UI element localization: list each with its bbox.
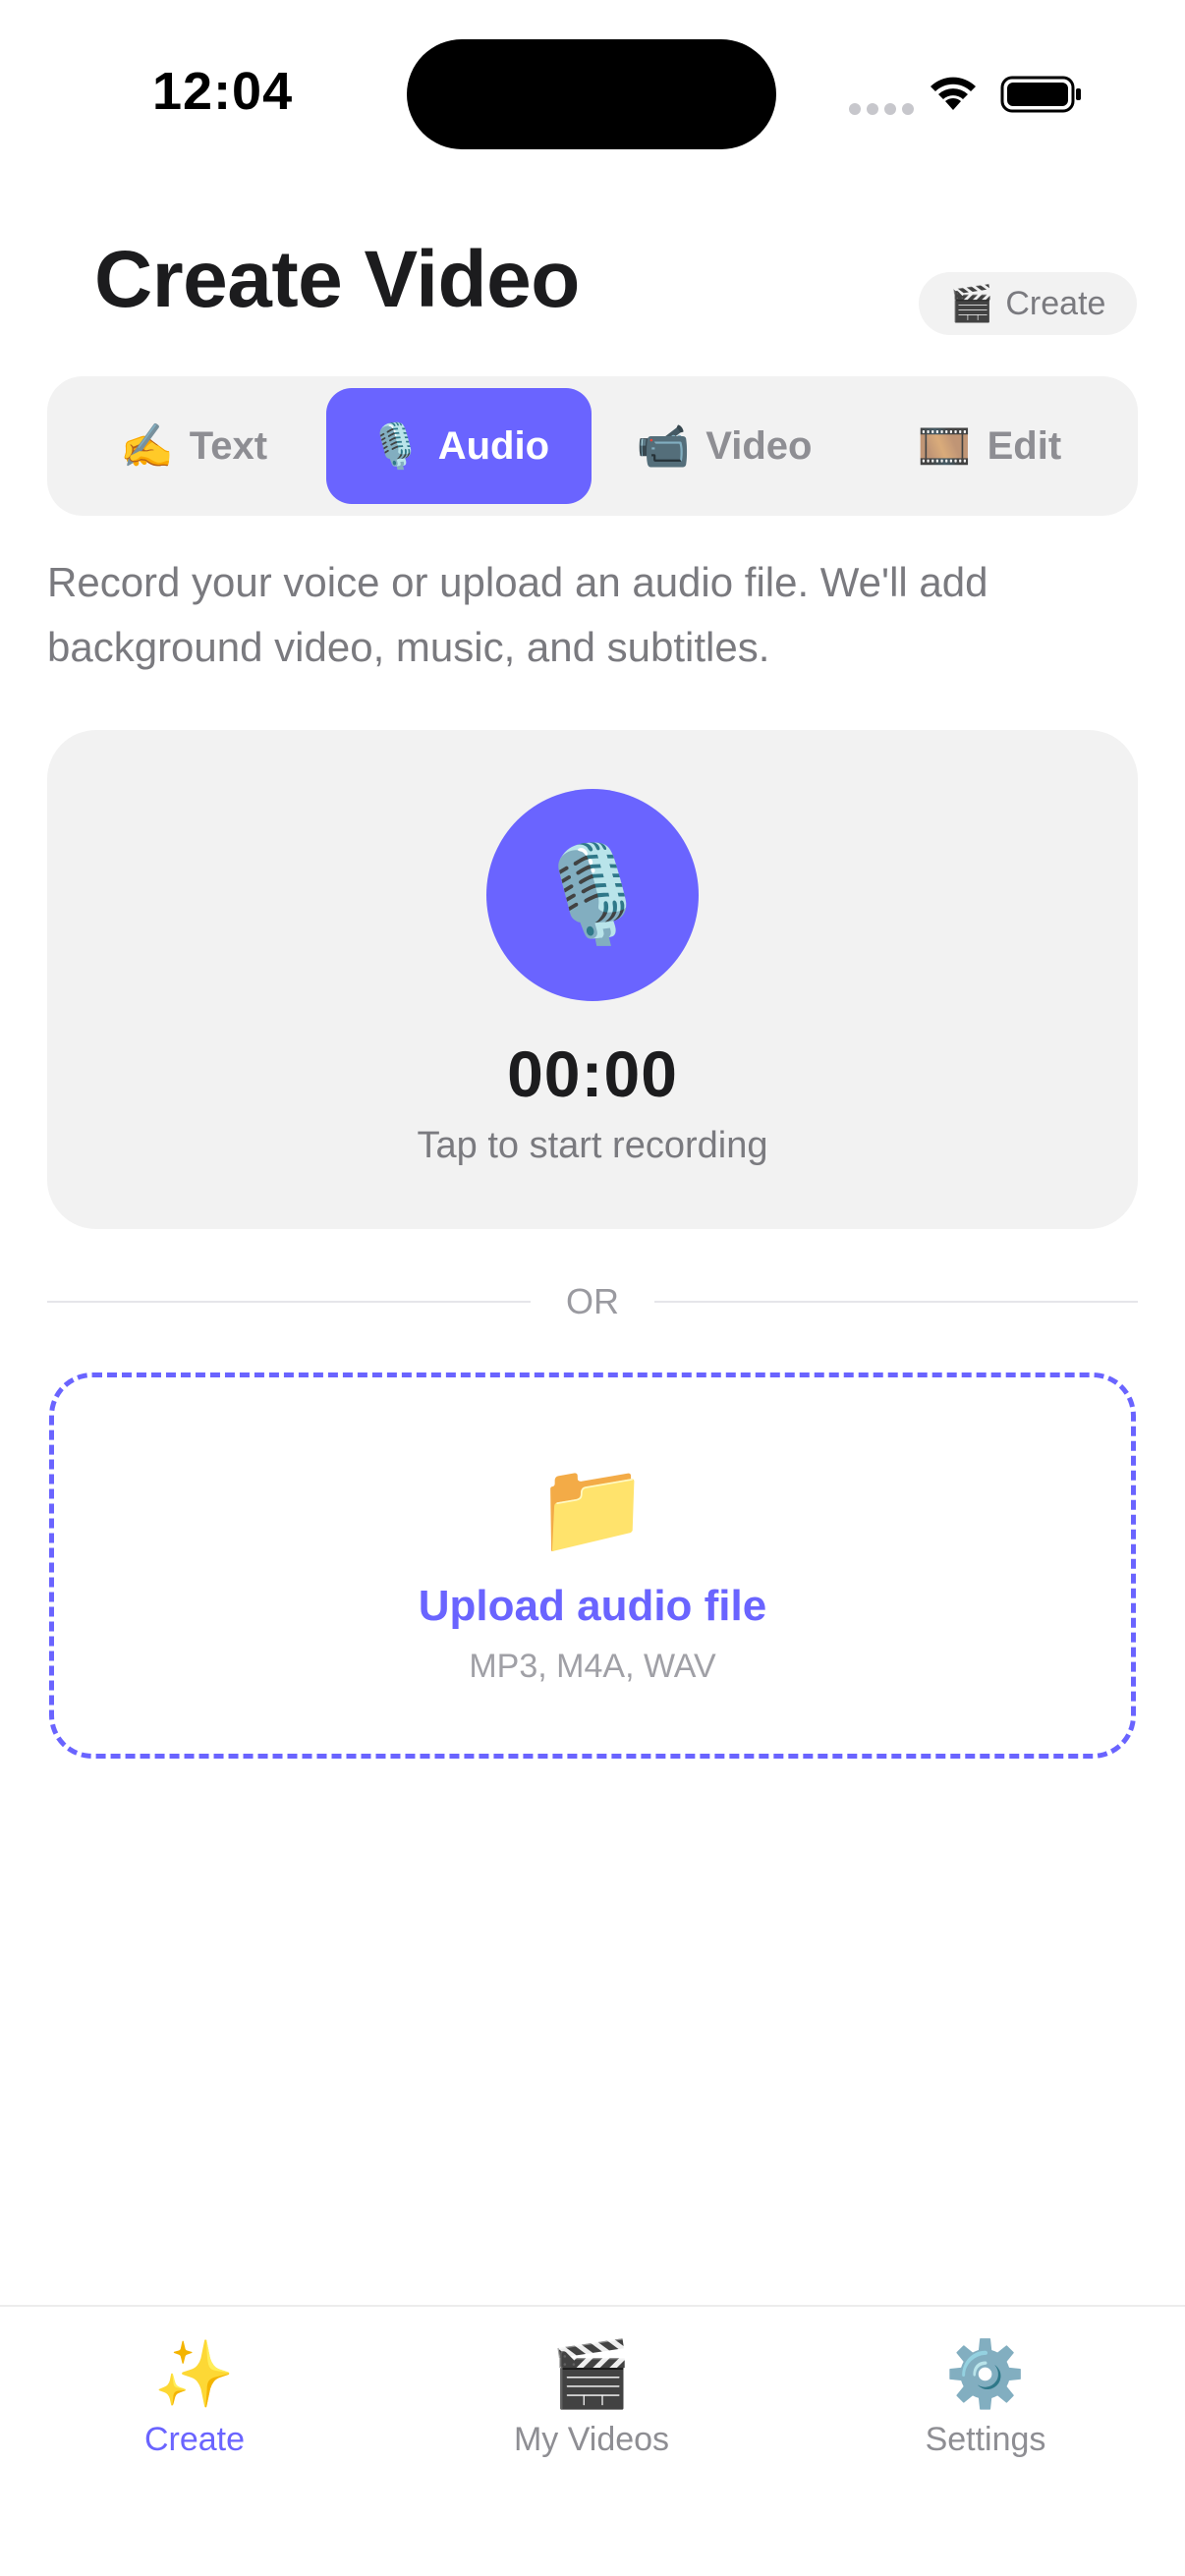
folder-icon: 📁 — [536, 1458, 649, 1558]
upload-audio-dropzone[interactable]: 📁 Upload audio file MP3, M4A, WAV — [49, 1372, 1136, 1759]
record-hint: Tap to start recording — [417, 1125, 768, 1166]
tab-bar-label: Settings — [925, 2421, 1046, 2458]
tab-bar-my-videos[interactable]: 🎬 My Videos — [444, 2334, 739, 2459]
writing-hand-icon: ✍️ — [119, 422, 174, 471]
divider-line — [47, 1301, 531, 1303]
divider-line — [654, 1301, 1138, 1303]
tab-label: Edit — [987, 423, 1062, 468]
tab-bar-label: Create — [143, 2421, 246, 2458]
upload-title: Upload audio file — [418, 1582, 767, 1630]
record-card: 🎙️ 00:00 Tap to start recording — [47, 730, 1138, 1229]
tab-bar-settings[interactable]: ⚙️ Settings — [838, 2334, 1133, 2459]
cellular-signal-icon — [849, 103, 914, 115]
status-time: 12:04 — [152, 62, 294, 121]
tab-label: Text — [189, 423, 268, 468]
page-title: Create Video — [94, 235, 580, 324]
microphone-icon: 🎙️ — [367, 422, 423, 471]
tab-label: Audio — [437, 423, 550, 468]
clapper-board-icon: 🎬 — [550, 2337, 633, 2410]
tab-edit[interactable]: 🎞️ Edit — [857, 388, 1122, 504]
clapper-board-icon: 🎬 — [949, 283, 994, 323]
create-chip[interactable]: 🎬 Create — [919, 272, 1137, 335]
tab-audio[interactable]: 🎙️ Audio — [326, 388, 592, 504]
wifi-icon — [931, 77, 976, 110]
studio-microphone-icon: 🎙️ — [534, 842, 651, 947]
sparkles-icon: ✨ — [153, 2337, 236, 2410]
video-camera-icon: 📹 — [636, 422, 691, 471]
tab-bar-label: My Videos — [513, 2421, 670, 2458]
dynamic-island — [407, 39, 776, 149]
recording-timer: 00:00 — [507, 1037, 678, 1110]
gear-icon: ⚙️ — [944, 2337, 1027, 2410]
mode-tabs: ✍️ Text 🎙️ Audio 📹 Video 🎞️ Edit — [47, 376, 1138, 516]
or-label: OR — [566, 1281, 619, 1321]
or-divider: OR — [47, 1277, 1138, 1326]
audio-mode-description: Record your voice or upload an audio fil… — [47, 559, 988, 670]
create-chip-label: Create — [1005, 284, 1106, 322]
tab-bar: ✨ Create 🎬 My Videos ⚙️ Settings — [0, 2305, 1185, 2576]
battery-icon — [1000, 76, 1081, 113]
tab-video[interactable]: 📹 Video — [592, 388, 857, 504]
tab-label: Video — [705, 423, 813, 468]
status-bar: 12:04 — [0, 0, 1185, 187]
tab-text[interactable]: ✍️ Text — [61, 388, 326, 504]
tab-bar-create[interactable]: ✨ Create — [47, 2334, 342, 2459]
record-button[interactable]: 🎙️ — [486, 789, 699, 1001]
upload-formats: MP3, M4A, WAV — [469, 1648, 716, 1685]
film-frames-icon: 🎞️ — [917, 422, 972, 471]
